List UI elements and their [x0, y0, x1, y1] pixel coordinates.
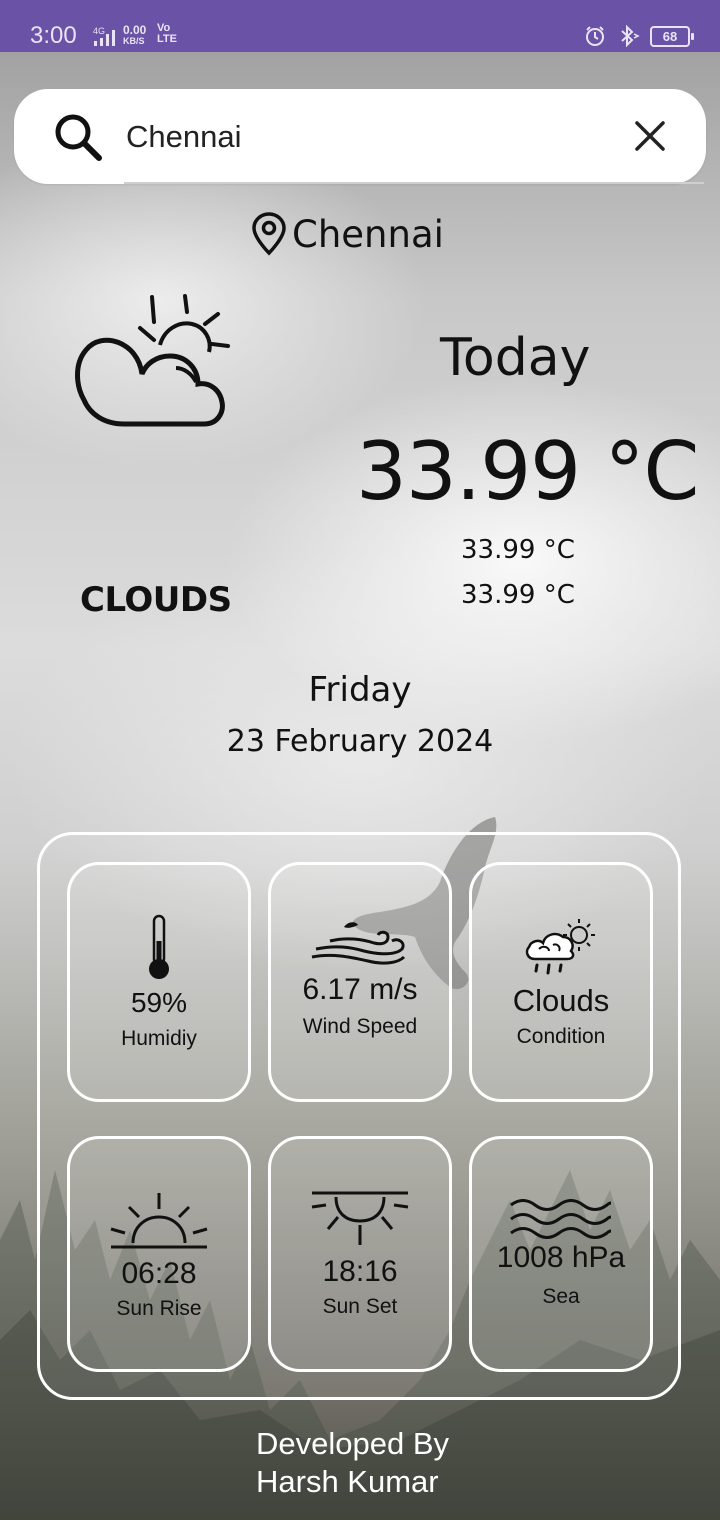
pressure-label: Sea	[542, 1285, 580, 1308]
credit-line-1: Developed By	[256, 1426, 450, 1461]
sunset-card: 18:16 Sun Set	[268, 1136, 452, 1372]
search-input[interactable]	[124, 107, 628, 167]
status-time: 3:00	[30, 22, 77, 49]
current-temperature: 33.99 °C	[356, 425, 699, 518]
sunset-icon	[311, 1191, 409, 1245]
cloud-rain-sun-icon	[525, 919, 595, 975]
credit-line-2: Harsh Kumar	[256, 1464, 439, 1499]
full-date: 23 February 2024	[226, 724, 494, 759]
volte-indicator: Vo LTE	[157, 22, 177, 45]
search-bar[interactable]	[14, 89, 706, 184]
bluetooth-icon	[621, 24, 640, 48]
battery-icon: 68	[650, 25, 694, 47]
sunrise-label: Sun Rise	[116, 1297, 202, 1320]
sunrise-icon	[110, 1193, 208, 1249]
sunrise-value: 06:28	[121, 1257, 197, 1290]
status-right-icons: 68	[584, 24, 694, 48]
wind-icon	[311, 922, 406, 965]
waves-icon	[510, 1199, 612, 1239]
sunrise-card: 06:28 Sun Rise	[67, 1136, 251, 1372]
search-icon[interactable]	[52, 111, 104, 163]
sunset-value: 18:16	[322, 1255, 398, 1288]
location: Chennai	[250, 212, 444, 256]
wind-speed-label: Wind Speed	[302, 1015, 418, 1038]
day-name: Friday	[308, 670, 412, 710]
developer-credit: Developed By Harsh Kumar	[256, 1425, 449, 1501]
min-temperature: 33.99 °C	[461, 535, 575, 565]
humidity-card: 59% Humidiy	[67, 862, 251, 1102]
location-pin-icon	[252, 212, 286, 256]
today-label: Today	[440, 328, 591, 388]
partly-cloudy-icon	[75, 294, 230, 427]
alarm-icon	[586, 26, 604, 46]
humidity-label: Humidiy	[121, 1027, 197, 1050]
humidity-value: 59%	[130, 987, 188, 1018]
thermometer-icon	[149, 914, 169, 979]
sunset-label: Sun Set	[322, 1295, 398, 1318]
signal-icon	[94, 30, 115, 46]
wind-speed-value: 6.17 m/s	[302, 973, 418, 1006]
status-bar: 3:00 4G 0.00 KB/S Vo LTE 68	[0, 0, 720, 52]
close-icon[interactable]	[634, 120, 666, 152]
search-underline	[124, 182, 704, 184]
condition-card: Clouds Condition	[469, 862, 653, 1102]
data-rate: 0.00 KB/S	[123, 23, 147, 46]
pressure-value: 1008 hPa	[496, 1241, 626, 1274]
condition-label: Condition	[516, 1025, 606, 1048]
wind-card: 6.17 m/s Wind Speed	[268, 862, 452, 1102]
city-name: Chennai	[292, 212, 444, 256]
pressure-card: 1008 hPa Sea	[469, 1136, 653, 1372]
condition-value: Clouds	[512, 983, 610, 1018]
weather-condition: CLOUDS	[80, 580, 232, 620]
max-temperature: 33.99 °C	[461, 580, 575, 610]
